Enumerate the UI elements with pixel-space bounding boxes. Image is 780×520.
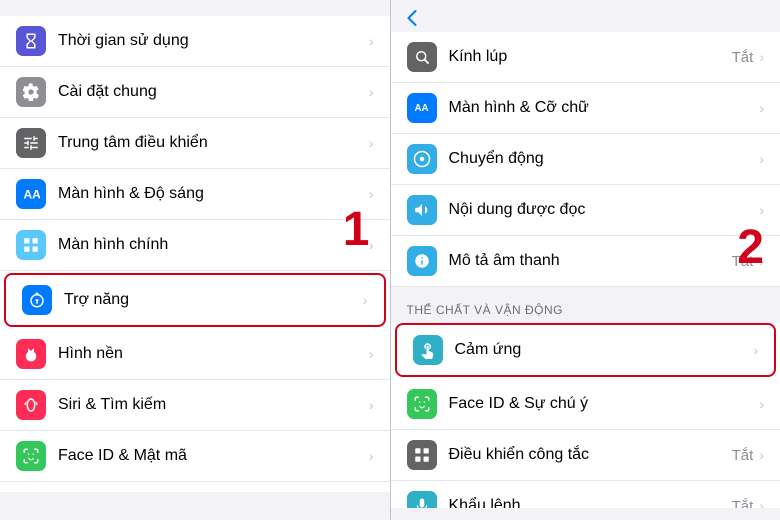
right-item-label-audio-desc: Mô tả âm thanh [449,252,732,270]
chevron-icon: › [753,342,758,358]
right-item-label-magnifier: Kính lúp [449,48,732,66]
voice-control-icon [407,491,437,508]
left-item-label-faceid: Face ID & Mật mã [58,447,369,465]
right-header [391,0,780,32]
right-item-value-voice-control: Tắt [732,498,754,509]
right-item-spoken-content[interactable]: Nội dung được đọc › [391,185,780,236]
left-item-label-general: Cài đặt chung [58,83,369,101]
left-item-accessibility[interactable]: Trợ năng › [4,273,386,327]
chevron-icon: › [759,253,764,269]
left-item-label-control-center: Trung tâm điều khiển [58,134,369,152]
chevron-icon: › [369,346,374,362]
right-item-faceid2[interactable]: Face ID & Sự chú ý › [391,379,780,430]
right-item-label-touch: Cảm ứng [455,341,754,359]
chevron-icon: › [369,237,374,253]
screen-time-icon [16,26,46,56]
left-header [0,0,390,16]
svg-text:AA: AA [24,188,41,202]
siri-icon [16,390,46,420]
left-settings-list: Thời gian sử dụng › Cài đặt chung › Trun… [0,16,390,492]
left-panel: Thời gian sử dụng › Cài đặt chung › Trun… [0,0,391,520]
chevron-icon: › [759,151,764,167]
right-section-1: THỂ CHẤT VÀ VẬN ĐỘNG Cảm ứng › Face ID &… [391,287,780,508]
right-item-voice-control[interactable]: Khẩu lệnh Tắt › [391,481,780,508]
right-section-0: Kính lúp Tắt › AA Màn hình & Cỡ chữ › Ch… [391,32,780,287]
chevron-icon: › [759,447,764,463]
left-item-screen-time[interactable]: Thời gian sử dụng › [0,16,390,67]
motion-icon [407,144,437,174]
magnifier-icon [407,42,437,72]
chevron-icon: › [369,33,374,49]
chevron-icon: › [369,84,374,100]
control-center-icon [16,128,46,158]
right-list-0: Kính lúp Tắt › AA Màn hình & Cỡ chữ › Ch… [391,32,780,287]
chevron-icon: › [759,49,764,65]
home-screen-icon [16,230,46,260]
left-item-general[interactable]: Cài đặt chung › [0,67,390,118]
chevron-icon: › [369,135,374,151]
accessibility-icon [22,285,52,315]
left-item-faceid[interactable]: Face ID & Mật mã › [0,431,390,482]
spoken-content-icon [407,195,437,225]
switch-control-icon [407,440,437,470]
touch-icon [413,335,443,365]
right-panel: Kính lúp Tắt › AA Màn hình & Cỡ chữ › Ch… [391,0,780,520]
right-item-label-display-text: Màn hình & Cỡ chữ [449,99,760,117]
right-item-switch-control[interactable]: Điều khiển công tắc Tắt › [391,430,780,481]
right-item-touch[interactable]: Cảm ứng › [395,323,777,377]
right-item-motion[interactable]: Chuyển động › [391,134,780,185]
wallpaper-icon [16,339,46,369]
right-settings-list: Kính lúp Tắt › AA Màn hình & Cỡ chữ › Ch… [391,32,780,508]
chevron-icon: › [369,186,374,202]
chevron-icon: › [759,498,764,508]
general-icon [16,77,46,107]
right-item-label-motion: Chuyển động [449,150,760,168]
left-item-siri[interactable]: Siri & Tìm kiếm › [0,380,390,431]
left-item-label-home-screen: Màn hình chính [58,236,369,254]
right-item-value-switch-control: Tắt [732,447,754,464]
back-button[interactable] [407,10,419,26]
left-item-wallpaper[interactable]: Hình nền › [0,329,390,380]
left-item-label-screen-time: Thời gian sử dụng [58,32,369,50]
left-item-control-center[interactable]: Trung tâm điều khiển › [0,118,390,169]
display-icon: AA [16,179,46,209]
section-header-physical: THỂ CHẤT VÀ VẬN ĐỘNG [391,287,780,321]
right-item-audio-desc[interactable]: Mô tả âm thanh Tắt › [391,236,780,287]
chevron-icon: › [759,202,764,218]
faceid2-icon [407,389,437,419]
right-item-magnifier[interactable]: Kính lúp Tắt › [391,32,780,83]
left-list-wrap: Thời gian sử dụng › Cài đặt chung › Trun… [0,16,390,492]
right-item-label-switch-control: Điều khiển công tắc [449,446,732,464]
left-item-sos[interactable]: SOS SOS khẩn cấp › [0,482,390,492]
right-list-1: Cảm ứng › Face ID & Sự chú ý › Điều khiể… [391,323,780,508]
right-item-value-magnifier: Tắt [732,49,754,66]
chevron-icon: › [369,448,374,464]
left-item-label-siri: Siri & Tìm kiếm [58,396,369,414]
right-item-value-audio-desc: Tắt [732,253,754,270]
left-item-label-accessibility: Trợ năng [64,291,363,309]
left-item-display[interactable]: AA Màn hình & Độ sáng › [0,169,390,220]
right-item-label-voice-control: Khẩu lệnh [449,497,732,508]
faceid-icon [16,441,46,471]
chevron-icon: › [369,397,374,413]
display-text-icon: AA [407,93,437,123]
svg-text:AA: AA [414,103,428,114]
right-item-display-text[interactable]: AA Màn hình & Cỡ chữ › [391,83,780,134]
left-item-label-display: Màn hình & Độ sáng [58,185,369,203]
left-item-label-wallpaper: Hình nền [58,345,369,363]
right-list-wrap: Kính lúp Tắt › AA Màn hình & Cỡ chữ › Ch… [391,32,780,508]
right-item-label-faceid2: Face ID & Sự chú ý [449,395,760,413]
right-item-label-spoken-content: Nội dung được đọc [449,201,760,219]
chevron-icon: › [363,292,368,308]
chevron-icon: › [759,100,764,116]
left-item-home-screen[interactable]: Màn hình chính › [0,220,390,271]
chevron-icon: › [759,396,764,412]
audio-desc-icon [407,246,437,276]
